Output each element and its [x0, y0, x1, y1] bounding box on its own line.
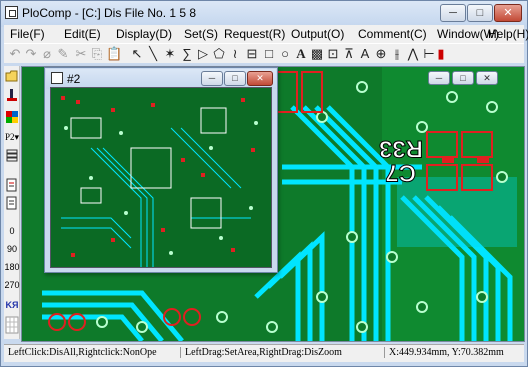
- menu-comment[interactable]: Comment(C): [358, 27, 427, 41]
- circle-icon[interactable]: ○: [278, 46, 292, 62]
- angle-icon[interactable]: ⋀: [406, 46, 420, 62]
- undo-icon[interactable]: ↶: [8, 46, 22, 62]
- menu-set[interactable]: Set(S): [184, 27, 218, 41]
- pentagon-icon[interactable]: ⬠: [212, 46, 226, 62]
- label-icon[interactable]: A: [358, 46, 372, 62]
- target-icon[interactable]: ⊕: [374, 46, 388, 62]
- cut-icon[interactable]: ✂: [74, 46, 88, 62]
- rotate-90-button[interactable]: 90: [4, 242, 20, 256]
- doc-close-button[interactable]: ✕: [476, 71, 498, 85]
- pointer-icon[interactable]: ↖: [130, 46, 144, 62]
- child-window-icon: [51, 72, 63, 84]
- grid-icon[interactable]: [5, 316, 19, 334]
- menu-edit[interactable]: Edit(E): [64, 27, 101, 41]
- document-icon[interactable]: [5, 178, 19, 192]
- doc-minimize-button[interactable]: ─: [428, 71, 450, 85]
- triangle-icon[interactable]: ▷: [196, 46, 210, 62]
- menu-output[interactable]: Output(O): [291, 27, 344, 41]
- board-overview[interactable]: [50, 87, 272, 268]
- rotate-180-button[interactable]: 180: [4, 260, 20, 274]
- board-overview-view[interactable]: [51, 88, 271, 267]
- app-icon: [5, 6, 18, 19]
- probe-icon[interactable]: [5, 88, 19, 104]
- status-drag-hint: LeftDrag:SetArea,RightDrag:DisZoom: [180, 347, 342, 358]
- p2-dropdown[interactable]: P2▾: [4, 130, 20, 144]
- frame-icon[interactable]: ⊡: [326, 46, 340, 62]
- minimize-button[interactable]: ─: [440, 4, 466, 22]
- document-copy-icon[interactable]: [5, 196, 19, 210]
- window-title: PloComp - [C:] Dis File No. 1 5 8: [22, 6, 197, 20]
- menu-help[interactable]: Help(H): [488, 27, 528, 41]
- child-minimize-button[interactable]: ─: [201, 71, 223, 86]
- maximize-button[interactable]: □: [467, 4, 493, 22]
- box-icon[interactable]: ⊟: [244, 46, 260, 62]
- mirror-button[interactable]: KЯ: [4, 298, 20, 312]
- zigzag-icon[interactable]: ∑: [180, 46, 194, 62]
- text-icon[interactable]: A: [294, 46, 308, 62]
- child-maximize-button[interactable]: □: [224, 71, 246, 86]
- silkscreen-c7: C7: [385, 159, 416, 186]
- status-bar: LeftClick:DisAll,Rightclick:NonOpe LeftD…: [4, 344, 524, 362]
- parallel-icon[interactable]: ⫲: [390, 46, 404, 62]
- menu-file[interactable]: File(F): [10, 27, 45, 41]
- palette-icon[interactable]: [5, 110, 19, 124]
- dimension-icon[interactable]: ⊼: [342, 46, 356, 62]
- pencil-icon[interactable]: ✎: [56, 46, 70, 62]
- child-close-button[interactable]: ✕: [247, 71, 273, 86]
- measure-icon[interactable]: ⊢: [422, 46, 436, 62]
- rotate-270-button[interactable]: 270: [4, 278, 20, 292]
- layers-icon[interactable]: [5, 148, 19, 162]
- line-icon[interactable]: ╲: [146, 46, 160, 62]
- hatch-icon[interactable]: ▩: [310, 46, 324, 62]
- child-window-title: #2: [67, 72, 81, 86]
- menu-bar: File(F) Edit(E) Display(D) Set(S) Reques…: [4, 25, 528, 43]
- left-toolbar: P2▾ 0 90 180 270 KЯ: [4, 66, 20, 339]
- child-window-2: #2 ─ □ ✕: [44, 67, 278, 273]
- curve-icon[interactable]: ≀: [228, 46, 242, 62]
- redo-icon[interactable]: ↷: [24, 46, 38, 62]
- erase-icon[interactable]: ⌀: [40, 46, 54, 62]
- status-left-hint: LeftClick:DisAll,Rightclick:NonOpe: [8, 347, 157, 358]
- silkscreen-r33: R33: [379, 135, 423, 162]
- cross-line-icon[interactable]: ✶: [162, 46, 178, 62]
- status-coordinates: X:449.934mm, Y:70.382mm: [384, 347, 504, 358]
- doc-maximize-button[interactable]: □: [452, 71, 474, 85]
- menu-request[interactable]: Request(R): [224, 27, 285, 41]
- paste-icon[interactable]: 📋: [106, 46, 122, 62]
- close-button[interactable]: ✕: [494, 4, 522, 22]
- rotate-0-button[interactable]: 0: [4, 224, 20, 238]
- folder-icon[interactable]: [5, 70, 19, 82]
- marker-icon[interactable]: ▮: [436, 46, 446, 62]
- rectangle-icon[interactable]: □: [262, 46, 276, 62]
- menu-display[interactable]: Display(D): [116, 27, 172, 41]
- main-toolbar: ↶ ↷ ⌀ ✎ ✂ ⎘ 📋 ↖ ╲ ✶ ∑ ▷ ⬠ ≀ ⊟ □ ○ A ▩ ⊡ …: [4, 43, 524, 63]
- copy-icon[interactable]: ⎘: [90, 46, 104, 62]
